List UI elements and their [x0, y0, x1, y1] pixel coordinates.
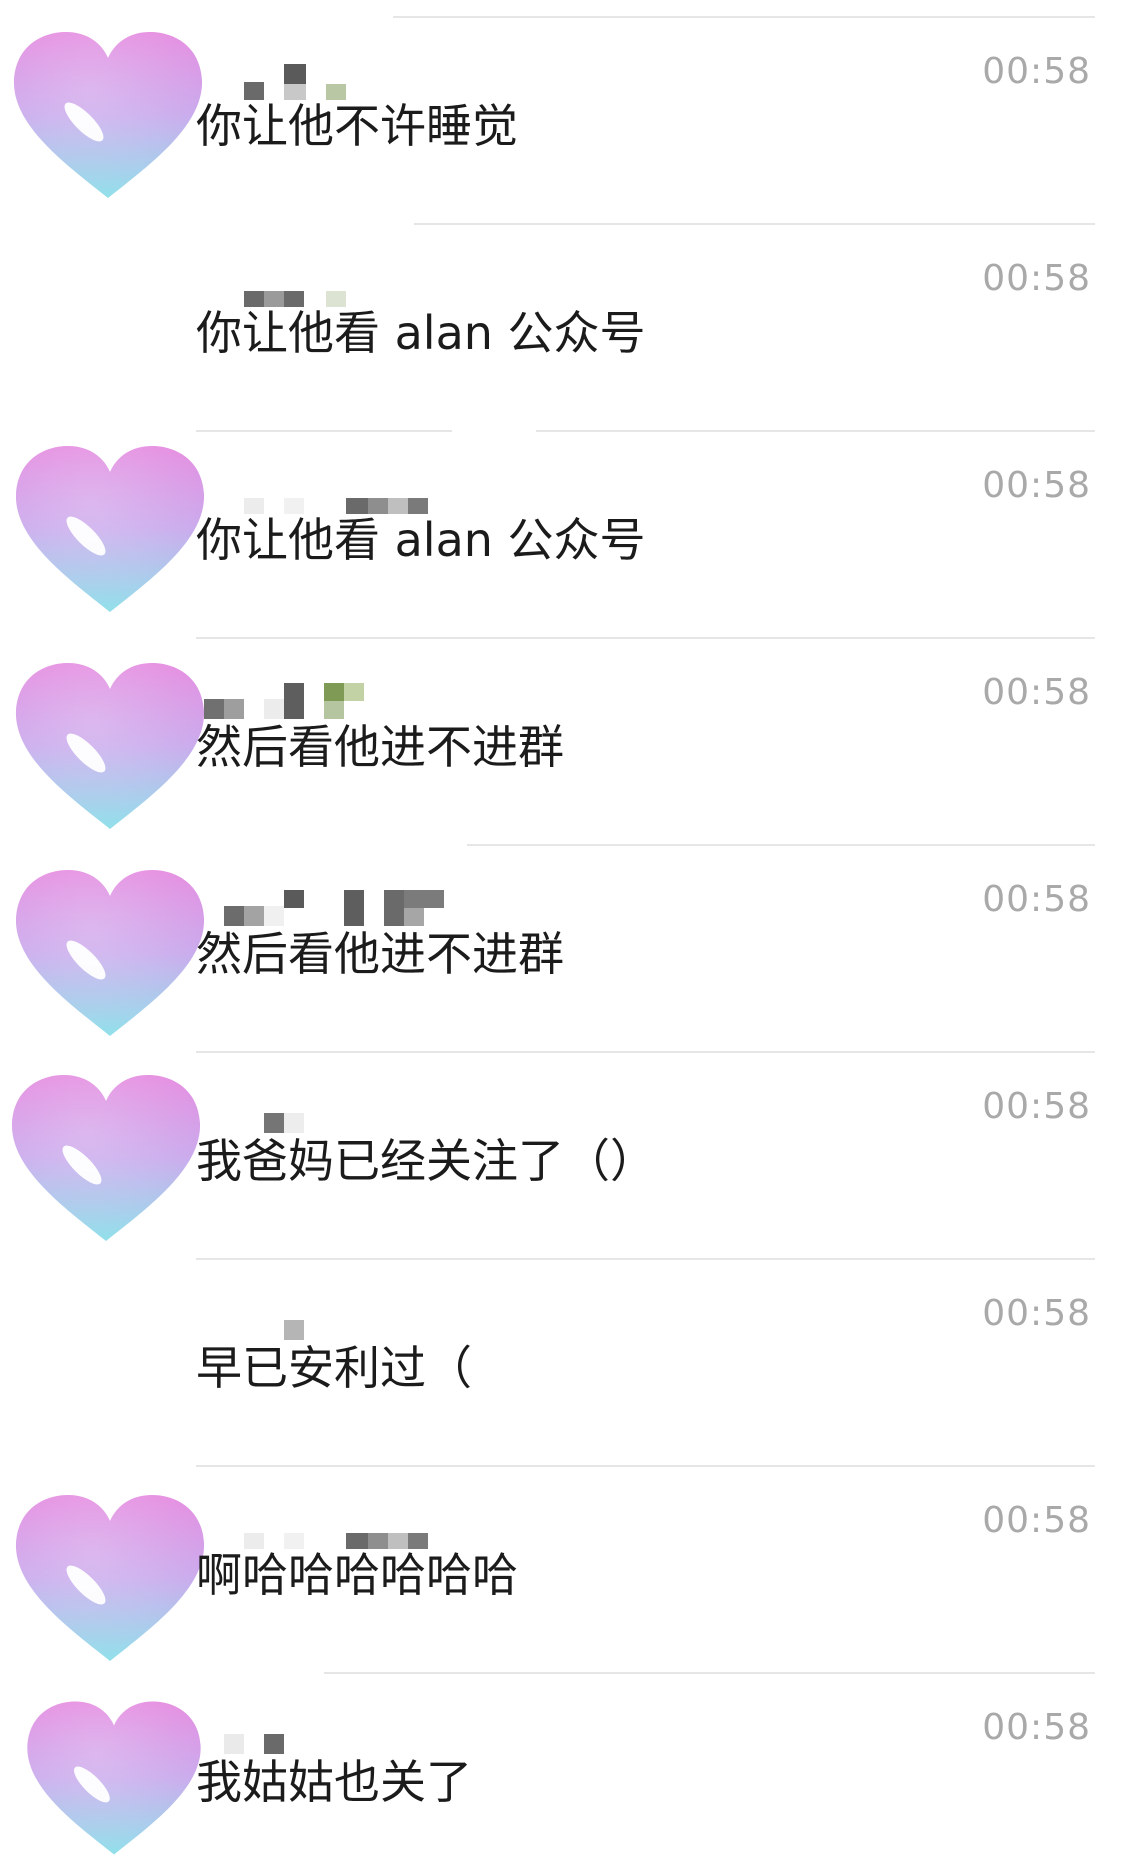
chat-item[interactable]: 你让他看 alan 公众号 00:58: [0, 414, 1125, 621]
timestamp: 00:58: [982, 465, 1091, 506]
heart-icon: [15, 446, 205, 612]
heart-icon: [15, 663, 205, 829]
chat-item[interactable]: 我爸妈已经关注了（） 00:58: [0, 1035, 1125, 1242]
chat-item[interactable]: 你让他不许睡觉 00:58: [0, 0, 1125, 207]
divider: [467, 844, 1095, 846]
divider: [196, 1051, 1095, 1053]
chat-item[interactable]: 我姑姑也关了 00:58: [0, 1656, 1125, 1863]
message-text: 然后看他进不进群: [196, 927, 564, 981]
timestamp: 00:58: [982, 51, 1091, 92]
divider: [324, 1672, 1095, 1674]
heart-icon: [11, 1075, 201, 1241]
chat-item[interactable]: 啊哈哈哈哈哈哈 00:58: [0, 1449, 1125, 1661]
timestamp: 00:58: [982, 672, 1091, 713]
message-text: 我姑姑也关了: [196, 1755, 472, 1809]
sender-name-redacted: [230, 476, 450, 514]
timestamp: 00:58: [982, 879, 1091, 920]
sender-name-redacted: [230, 1511, 450, 1549]
timestamp: 00:58: [982, 258, 1091, 299]
chat-message-list: 你让他不许睡觉 00:58 你让他看 alan 公众号 00:58 你让他看 a…: [0, 0, 1125, 1862]
heart-icon: [15, 870, 205, 1036]
divider: [414, 223, 1095, 225]
message-text: 然后看他进不进群: [196, 720, 564, 774]
sender-name-redacted: [230, 269, 450, 307]
sender-name-redacted: [230, 62, 450, 100]
timestamp: 00:58: [982, 1086, 1091, 1127]
message-text: 我爸妈已经关注了（）: [196, 1134, 656, 1188]
heart-icon: [13, 32, 203, 198]
message-text: 你让他看 alan 公众号: [196, 306, 646, 360]
divider: [196, 1465, 1095, 1467]
divider: [196, 430, 452, 432]
divider: [196, 1258, 1095, 1260]
sender-name-redacted: [280, 1304, 500, 1340]
divider: [536, 430, 1095, 432]
message-text: 你让他不许睡觉: [196, 99, 518, 153]
sender-name-redacted: [200, 683, 420, 719]
heart-icon: [27, 1701, 201, 1855]
chat-item[interactable]: 然后看他进不进群 00:58: [0, 828, 1125, 1036]
message-text: 啊哈哈哈哈哈哈: [196, 1548, 518, 1602]
divider: [393, 16, 1095, 18]
message-text: 你让他看 alan 公众号: [196, 513, 646, 567]
chat-item[interactable]: 你让他看 alan 公众号 00:58: [0, 207, 1125, 414]
sender-name-redacted: [220, 890, 444, 926]
sender-name-redacted: [260, 1097, 480, 1133]
message-text: 早已安利过（: [196, 1341, 472, 1395]
sender-name-redacted: [220, 1718, 440, 1754]
divider: [196, 637, 1095, 639]
chat-item[interactable]: 然后看他进不进群 00:58: [0, 621, 1125, 829]
timestamp: 00:58: [982, 1500, 1091, 1541]
chat-item[interactable]: 早已安利过（ 00:58: [0, 1242, 1125, 1449]
timestamp: 00:58: [982, 1707, 1091, 1748]
heart-icon: [15, 1495, 205, 1661]
timestamp: 00:58: [982, 1293, 1091, 1334]
